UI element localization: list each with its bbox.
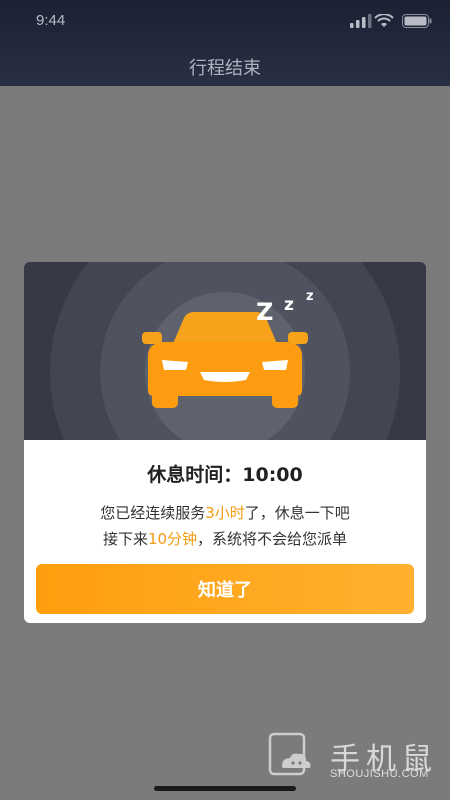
page-title: 行程结束 — [189, 58, 261, 78]
wifi-icon — [374, 14, 394, 27]
svg-text:z: z — [284, 295, 294, 315]
rest-reminder-dialog: Z z z 休息时间：10:00 您已经连续服务3小时了，休息一下吧 接下来10… — [24, 262, 426, 623]
signal-icon — [350, 14, 372, 28]
watermark-url: SHOUJISHU.COM — [330, 768, 429, 780]
sleeping-car-icon: Z z z — [24, 262, 426, 440]
rest-description-line2: 接下来10分钟，系统将不会给您派单 — [24, 528, 426, 549]
watermark-logo-icon — [268, 732, 311, 776]
svg-text:z: z — [306, 289, 314, 304]
line2-highlight: 10分钟 — [147, 530, 198, 548]
line1-prefix: 您已经连续服务 — [100, 504, 206, 522]
line1-highlight: 3小时 — [205, 504, 245, 522]
line1-suffix: 了，休息一下吧 — [244, 504, 350, 522]
dialog-banner: Z z z — [24, 262, 426, 440]
battery-icon — [402, 14, 432, 28]
line2-suffix: ，系统将不会给您派单 — [197, 530, 348, 548]
top-bar: 9:44 行程结束 — [0, 0, 450, 86]
got-it-button[interactable]: 知道了 — [36, 564, 414, 614]
svg-text:Z: Z — [256, 298, 273, 326]
home-indicator[interactable] — [154, 786, 296, 791]
status-bar: 9:44 — [0, 0, 450, 44]
line2-prefix: 接下来 — [102, 530, 148, 548]
status-time: 9:44 — [36, 12, 66, 29]
rest-description-line1: 您已经连续服务3小时了，休息一下吧 — [24, 502, 426, 523]
rest-time-title: 休息时间：10:00 — [147, 464, 303, 486]
